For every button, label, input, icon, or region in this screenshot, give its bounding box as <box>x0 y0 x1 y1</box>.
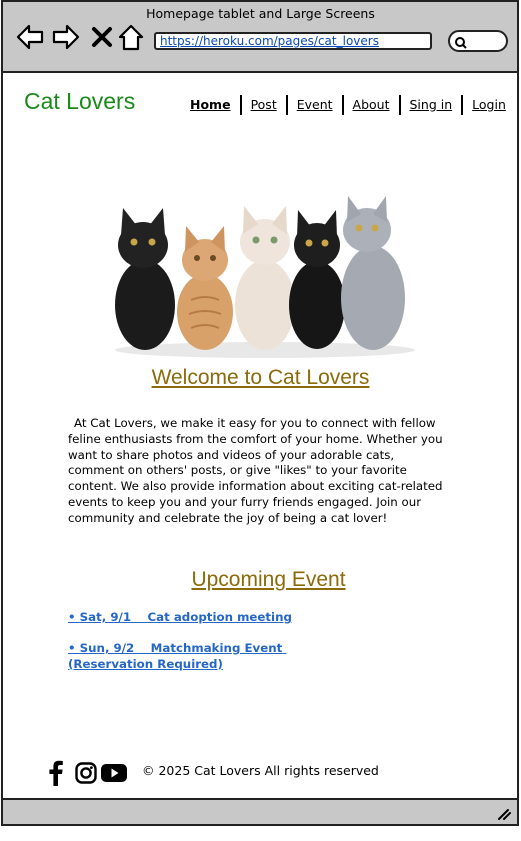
kitten-orange <box>177 226 233 350</box>
search-box[interactable] <box>448 30 508 52</box>
event-link-adoption[interactable]: • Sat, 9/1 Cat adoption meeting <box>68 609 292 625</box>
search-icon <box>455 37 467 49</box>
nav-post[interactable]: Post <box>242 95 286 115</box>
forward-arrow-icon[interactable] <box>51 22 81 52</box>
youtube-icon[interactable] <box>101 764 127 782</box>
kitten-black <box>115 208 175 350</box>
kitten-cream <box>235 206 295 350</box>
resize-grip-icon[interactable] <box>497 808 511 820</box>
window-title: Homepage tablet and Large Screens <box>146 6 375 21</box>
nav-event[interactable]: Event <box>288 95 342 115</box>
site-logo[interactable]: Cat Lovers <box>24 88 135 115</box>
kitten-black-2 <box>289 210 345 349</box>
hero-kittens-image <box>115 196 415 358</box>
url-text[interactable]: https://heroku.com/pages/cat_lovers <box>160 34 379 49</box>
close-icon[interactable] <box>88 22 118 52</box>
welcome-heading: Welcome to Cat Lovers <box>151 366 370 389</box>
browser-window <box>1 0 519 826</box>
copyright-text: © 2025 Cat Lovers All rights reserved <box>142 763 379 778</box>
back-arrow-icon[interactable] <box>15 22 45 52</box>
nav-home[interactable]: Home <box>190 95 240 115</box>
nav-sign-in[interactable]: Sing in <box>401 95 462 115</box>
facebook-icon[interactable] <box>48 760 64 786</box>
nav-about[interactable]: About <box>344 95 399 115</box>
intro-paragraph: At Cat Lovers, we make it easy for you t… <box>68 416 443 525</box>
address-bar[interactable]: https://heroku.com/pages/cat_lovers <box>154 32 432 50</box>
kitten-grey <box>341 196 405 350</box>
nav-login[interactable]: Login <box>463 95 515 115</box>
event-link-matchmaking[interactable]: • Sun, 9/2 Matchmaking Event (Reservatio… <box>68 640 358 672</box>
instagram-icon[interactable] <box>75 762 97 784</box>
home-icon[interactable] <box>116 22 146 52</box>
events-heading: Upcoming Event <box>191 568 346 591</box>
main-nav: Home Post Event About Sing in Login <box>190 94 515 116</box>
browser-statusbar <box>1 798 519 826</box>
